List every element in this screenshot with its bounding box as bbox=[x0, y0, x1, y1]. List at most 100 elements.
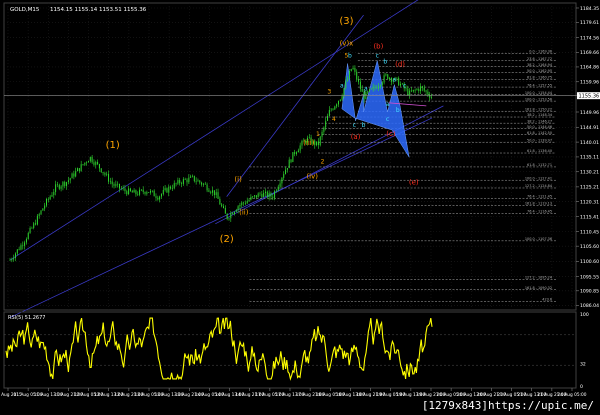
candle-body bbox=[18, 249, 20, 250]
candle-body bbox=[11, 259, 13, 261]
candle-body bbox=[325, 120, 327, 128]
candle-body bbox=[35, 223, 37, 225]
candle-body bbox=[431, 97, 433, 98]
candle-body bbox=[374, 86, 376, 88]
candle-body bbox=[358, 79, 360, 82]
fib-label: 61.8 - 1160.75 bbox=[527, 76, 552, 80]
candle-body bbox=[102, 172, 104, 174]
candle-body bbox=[412, 89, 414, 92]
candle-body bbox=[259, 193, 261, 195]
candle-body bbox=[317, 141, 319, 146]
candle-body bbox=[223, 206, 225, 208]
candle-body bbox=[321, 131, 323, 137]
price-tick-label: 1125.21 bbox=[580, 185, 599, 191]
candle-body bbox=[217, 192, 219, 199]
candle-body bbox=[263, 192, 265, 198]
wave-label: (iv) bbox=[306, 172, 318, 180]
candle-body bbox=[142, 189, 144, 193]
candle-body bbox=[75, 171, 77, 177]
candle-body bbox=[155, 196, 157, 198]
candle-body bbox=[93, 162, 95, 165]
candle-body bbox=[160, 194, 162, 197]
price-tick-label: 1179.61 bbox=[580, 20, 599, 26]
candle-body bbox=[376, 87, 378, 89]
candle-body bbox=[29, 227, 31, 233]
candle-body bbox=[77, 168, 79, 172]
price-tick-label: 1135.11 bbox=[580, 155, 599, 161]
price-tick-label: 1184.35 bbox=[580, 6, 599, 12]
candle-body bbox=[409, 90, 411, 95]
candle-body bbox=[197, 180, 199, 182]
fib-label: 76.4 - 1121.45 bbox=[527, 194, 552, 198]
fib-label: 38.2 - 1146.27 bbox=[527, 119, 552, 123]
candle-body bbox=[97, 161, 99, 165]
wave-label: (d) bbox=[395, 61, 405, 69]
candle-body bbox=[210, 191, 212, 193]
candle-body bbox=[199, 180, 201, 183]
candle-body bbox=[166, 188, 168, 193]
time-tick-label: 24 Aug 05:00 bbox=[558, 392, 587, 398]
price-tick-label: 1144.91 bbox=[580, 125, 599, 131]
candle-body bbox=[51, 195, 53, 197]
candle-body bbox=[252, 196, 254, 198]
fib-label: 61.8 - 1142.50 bbox=[527, 131, 552, 135]
candle-body bbox=[330, 109, 332, 111]
candle-body bbox=[389, 77, 391, 79]
fib-label: 161.8 - 1119.13 bbox=[525, 201, 552, 205]
candle-body bbox=[190, 176, 192, 178]
fib-label: 50.0 - 1139.97 bbox=[527, 138, 552, 142]
candle-body bbox=[67, 180, 69, 183]
price-tick-label: 1115.41 bbox=[580, 214, 599, 220]
fib-label: 76.4 - 1157.55 bbox=[527, 83, 552, 87]
price-tick-label: 1149.96 bbox=[580, 110, 599, 116]
wave-label: a bbox=[364, 86, 368, 93]
candle-body bbox=[398, 78, 400, 86]
candle-body bbox=[213, 190, 215, 196]
candle-body bbox=[124, 188, 126, 192]
candle-body bbox=[150, 190, 152, 193]
candle-body bbox=[66, 182, 68, 186]
candle-body bbox=[294, 152, 296, 154]
candle-body bbox=[55, 184, 57, 192]
candle-body bbox=[201, 182, 203, 185]
candle-body bbox=[275, 190, 277, 192]
candle-body bbox=[104, 173, 106, 175]
price-tick-label: 1130.21 bbox=[580, 170, 599, 176]
fib-label: 423.6 bbox=[542, 298, 552, 302]
candle-body bbox=[53, 191, 55, 196]
candle-body bbox=[113, 184, 115, 186]
candle-body bbox=[255, 195, 257, 198]
price-tick-label: 1159.96 bbox=[580, 80, 599, 86]
price-tick-label: 1174.56 bbox=[580, 35, 599, 41]
candle-body bbox=[347, 78, 349, 82]
candle-body bbox=[168, 186, 170, 193]
price-tick-label: 1086.04 bbox=[580, 303, 599, 309]
candle-body bbox=[118, 183, 120, 189]
candle-body bbox=[95, 161, 97, 165]
candle-body bbox=[429, 94, 431, 98]
fib-label: 161.8 - 1150.22 bbox=[525, 107, 552, 111]
fib-label: 50.0 - 1144.46 bbox=[527, 125, 552, 129]
candle-body bbox=[354, 68, 356, 72]
candle-body bbox=[69, 178, 71, 181]
candle-body bbox=[235, 210, 237, 212]
candle-body bbox=[188, 177, 190, 183]
price-tick-label: 1105.60 bbox=[580, 244, 599, 250]
candle-body bbox=[122, 188, 124, 189]
candle-body bbox=[133, 190, 135, 193]
candle-body bbox=[427, 91, 429, 95]
candle-body bbox=[128, 188, 130, 195]
candle-body bbox=[228, 218, 230, 219]
fib-label: 100.0 - 1107.36 bbox=[525, 237, 552, 241]
price-tick-label: 1169.66 bbox=[580, 50, 599, 56]
trading-chart[interactable]: 0.0 - 1169.36 23.6 - 1167.72 38.2 - 1164.9… bbox=[0, 0, 600, 415]
candle-body bbox=[129, 188, 131, 192]
wave-label: a bbox=[386, 101, 390, 108]
fib-label: 38.2 - 1164.94 bbox=[527, 63, 552, 67]
price-tick-label: 1110.45 bbox=[580, 229, 599, 235]
candle-body bbox=[100, 168, 102, 173]
candle-body bbox=[25, 239, 27, 243]
candle-body bbox=[49, 196, 51, 200]
candle-body bbox=[206, 184, 208, 191]
candle-body bbox=[182, 179, 184, 184]
